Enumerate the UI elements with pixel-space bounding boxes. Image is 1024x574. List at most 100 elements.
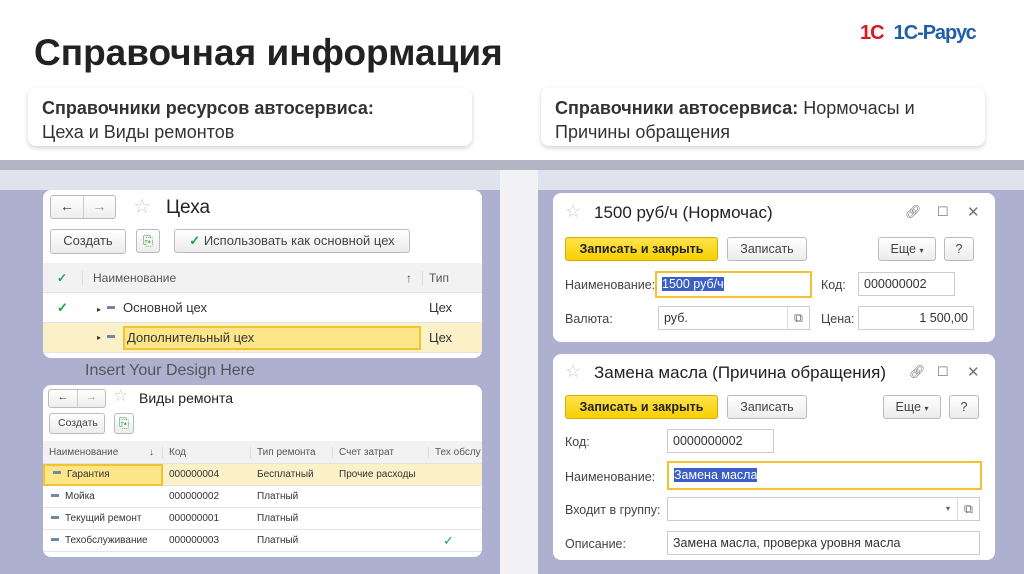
maximize-icon[interactable]: ☐ [937, 204, 949, 220]
favorite-star-icon[interactable]: ☆ [565, 361, 581, 382]
more-button[interactable]: Еще ▾ [883, 395, 941, 419]
code-label: Код: [821, 278, 846, 292]
item-icon [51, 493, 59, 497]
create-button[interactable]: Создать [50, 229, 126, 254]
window-title: 1500 руб/ч (Нормочас) [594, 203, 773, 222]
back-button[interactable]: ← [49, 390, 77, 407]
forward-button[interactable]: → [77, 390, 105, 407]
check-icon: ✓ [189, 233, 201, 248]
copy-icon[interactable]: ⎘ [114, 413, 134, 434]
name-input[interactable]: 1500 руб/ч [655, 271, 812, 298]
table-cell: Бесплатный [257, 469, 314, 480]
table-row[interactable]: Текущий ремонт 000000001 Платный [43, 508, 482, 530]
favorite-star-icon[interactable]: ☆ [113, 386, 128, 406]
dropdown-icon: ▾ [924, 404, 929, 413]
table-cell: Прочие расходы [339, 469, 416, 480]
item-icon [51, 515, 59, 519]
normochas-window: ☆ 1500 руб/ч (Нормочас) 🔗︎ ☐ ✕ Записать … [553, 193, 995, 342]
favorite-star-icon[interactable]: ☆ [565, 201, 581, 222]
name-input[interactable]: Замена масла [667, 461, 982, 490]
code-input[interactable]: 000000002 [858, 272, 955, 296]
column-maintenance[interactable]: Тех обслу [429, 447, 482, 458]
link-icon[interactable]: 🔗︎ [909, 364, 926, 380]
column-code[interactable]: Код [163, 446, 251, 458]
expand-icon[interactable]: ▸ [97, 305, 101, 314]
table-row[interactable]: Техобслуживание 000000003 Платный ✓ [43, 530, 482, 552]
column-name[interactable]: Наименование ↑ [83, 270, 423, 285]
group-input[interactable]: ▾ ⧉ [667, 497, 980, 521]
item-icon [53, 471, 61, 475]
table-header: Наименование ↓ Код Тип ремонта Счет затра… [43, 441, 482, 464]
back-button[interactable]: ← [51, 196, 83, 218]
save-button[interactable]: Записать [727, 395, 807, 419]
description-input[interactable]: Замена масла, проверка уровня масла [667, 531, 980, 555]
window-title: Цеха [166, 197, 211, 218]
column-type[interactable]: Тип [423, 271, 449, 285]
dropdown-icon[interactable]: ▾ [939, 498, 957, 520]
table-cell: 000000001 [169, 513, 220, 524]
save-button[interactable]: Записать [727, 237, 807, 261]
close-icon[interactable]: ✕ [967, 363, 980, 381]
window-title: Виды ремонта [139, 390, 234, 406]
table-cell: 000000002 [169, 491, 220, 502]
divider [0, 160, 1024, 170]
table-cell: 000000004 [169, 469, 220, 480]
column-repair-type[interactable]: Тип ремонта [251, 446, 333, 458]
window-title: Замена масла (Причина обращения) [594, 363, 887, 382]
help-button[interactable]: ? [949, 395, 979, 419]
open-icon[interactable]: ⧉ [787, 307, 809, 329]
check-icon: ✓ [43, 270, 83, 285]
name-label: Наименование: [565, 470, 656, 484]
table-cell: Техобслуживание [43, 535, 163, 546]
currency-label: Валюта: [565, 312, 613, 326]
table-row[interactable]: ▸ Дополнительный цех Цех [43, 323, 482, 353]
page-title: Справочная информация [34, 32, 503, 73]
expand-icon[interactable]: ▸ [97, 333, 101, 342]
currency-input[interactable]: руб. ⧉ [658, 306, 810, 330]
code-input[interactable]: 0000000002 [667, 429, 774, 453]
close-icon[interactable]: ✕ [967, 203, 980, 221]
table-cell: ✓ [443, 532, 454, 548]
copy-icon[interactable]: ⎘ [136, 229, 160, 253]
right-subtitle-card: Справочники автосервиса: Нормочасы и Прич… [541, 88, 985, 146]
main-check-icon: ✓ [57, 299, 68, 315]
price-input[interactable]: 1 500,00 [858, 306, 974, 330]
description-label: Описание: [565, 537, 626, 551]
open-icon[interactable]: ⧉ [957, 498, 979, 520]
help-button[interactable]: ? [944, 237, 974, 261]
folder-icon [107, 335, 116, 338]
table-cell: 000000003 [169, 535, 220, 546]
column-name[interactable]: Наименование ↓ [43, 446, 163, 458]
tsekha-window: ← → ☆ Цеха Создать ⎘ ✓ Использовать как о… [43, 190, 482, 358]
maximize-icon[interactable]: ☐ [937, 364, 949, 380]
prichina-window: ☆ Замена масла (Причина обращения) 🔗︎ ☐ … [553, 354, 995, 560]
left-subtitle-card: Справочники ресурсов автосервиса: Цеха и … [28, 88, 472, 146]
table-cell: Текущий ремонт [43, 513, 163, 524]
item-icon [51, 537, 59, 541]
save-and-close-button[interactable]: Записать и закрыть [565, 395, 718, 419]
more-button[interactable]: Еще ▾ [878, 237, 936, 261]
vidy-remonta-window: ← → ☆ Виды ремонта Создать ⎘ Наименование… [43, 385, 482, 557]
group-label: Входит в группу: [565, 503, 661, 517]
name-label: Наименование: [565, 278, 656, 292]
sort-asc-icon: ↑ [406, 270, 412, 285]
table-row[interactable]: ✓ ▸ Основной цех Цех [43, 293, 482, 323]
table-row[interactable]: Гарантия 000000004 Бесплатный Прочие расход… [43, 463, 482, 486]
save-and-close-button[interactable]: Записать и закрыть [565, 237, 718, 261]
sort-desc-icon: ↓ [149, 446, 154, 458]
table-cell: Платный [257, 535, 299, 546]
link-icon[interactable]: 🔗︎ [905, 204, 922, 220]
table-cell: Мойка [43, 491, 163, 502]
favorite-star-icon[interactable]: ☆ [133, 194, 151, 219]
table-header: ✓ Наименование ↑ Тип [43, 263, 482, 293]
table-cell: Платный [257, 491, 299, 502]
forward-button[interactable]: → [83, 196, 115, 218]
nav-buttons: ← → [48, 389, 106, 408]
create-button[interactable]: Создать [49, 413, 105, 434]
use-as-main-button[interactable]: ✓ Использовать как основной цех [174, 229, 410, 253]
dropdown-icon: ▾ [919, 246, 924, 255]
folder-icon [107, 306, 116, 310]
table-row[interactable]: Мойка 000000002 Платный [43, 486, 482, 508]
column-cost-account[interactable]: Счет затрат [333, 446, 429, 458]
table-cell: Гарантия [43, 463, 163, 486]
